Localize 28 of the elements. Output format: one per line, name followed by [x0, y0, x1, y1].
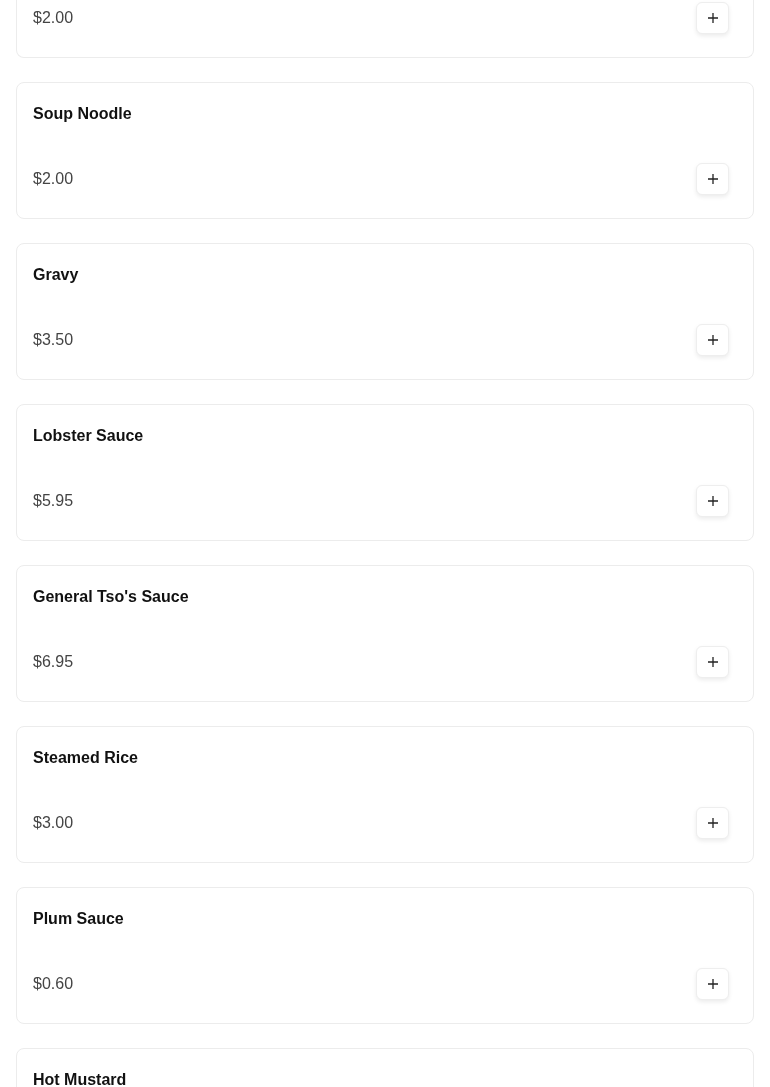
plus-icon: [707, 174, 718, 184]
item-price: $0.60: [33, 974, 74, 994]
add-button[interactable]: [696, 163, 729, 195]
add-button[interactable]: [696, 485, 729, 517]
plus-icon: [707, 657, 718, 667]
item-price: $3.50: [33, 330, 74, 350]
plus-icon: [707, 979, 718, 989]
item-price: $6.95: [33, 652, 74, 672]
add-button[interactable]: [696, 807, 729, 839]
item-name: General Tso's Sauce: [33, 587, 190, 607]
item-name: Hot Mustard: [33, 1070, 128, 1087]
item-price: $3.00: [33, 813, 74, 833]
plus-icon: [707, 818, 718, 828]
item-name: Gravy: [33, 265, 80, 285]
add-button[interactable]: [696, 2, 729, 34]
item-name: Lobster Sauce: [33, 426, 145, 446]
item-name: Plum Sauce: [33, 909, 125, 929]
plus-icon: [707, 335, 718, 345]
item-name: Steamed Rice: [33, 748, 139, 768]
item-price: $5.95: [33, 491, 74, 511]
add-button[interactable]: [696, 324, 729, 356]
item-price: $2.00: [33, 169, 74, 189]
item-name: Soup Noodle: [33, 104, 133, 124]
plus-icon: [707, 13, 718, 23]
add-button[interactable]: [696, 646, 729, 678]
item-price: $2.00: [33, 8, 74, 28]
add-button[interactable]: [696, 968, 729, 1000]
plus-icon: [707, 496, 718, 506]
